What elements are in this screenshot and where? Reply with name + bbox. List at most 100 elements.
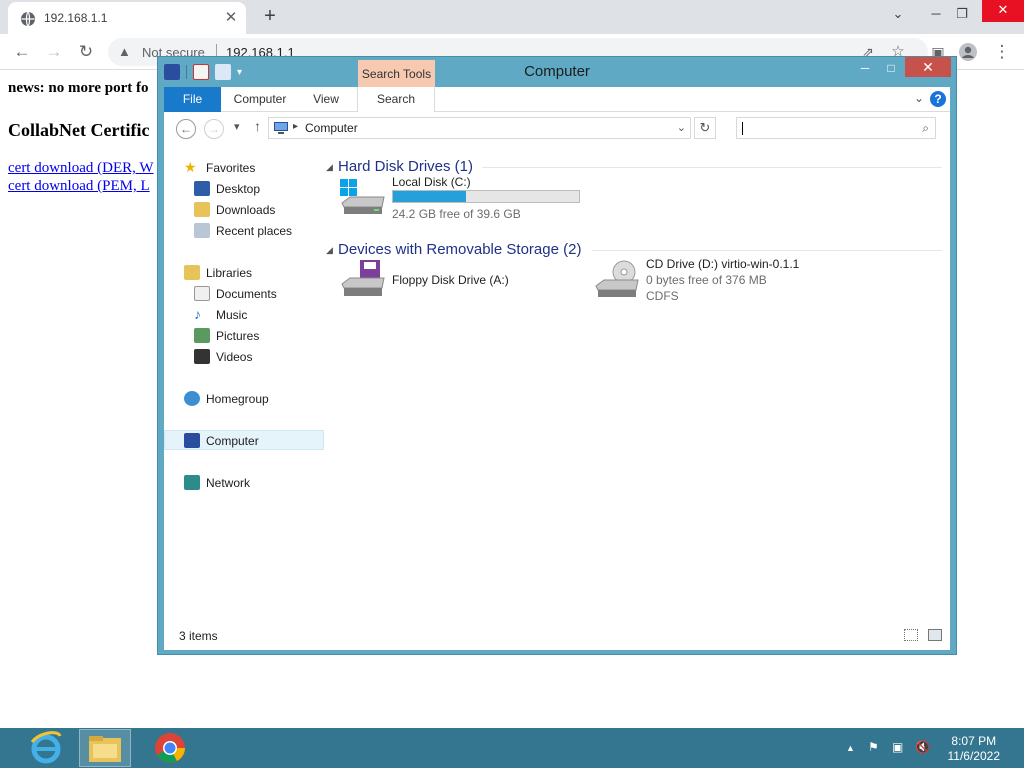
- help-icon[interactable]: ?: [930, 91, 946, 107]
- nav-pictures[interactable]: Pictures: [164, 326, 324, 346]
- capacity-bar-fill: [393, 191, 466, 202]
- group-header-removable-storage[interactable]: Devices with Removable Storage (2): [338, 241, 581, 258]
- explorer-navigation-bar: ← → ▾ ↑ ▸ Computer ⌄ ↻ ⌕: [164, 112, 950, 146]
- desktop-icon: [194, 181, 210, 196]
- file-explorer-taskbar-icon[interactable]: [79, 729, 131, 767]
- news-text: news: no more port fo: [8, 80, 149, 96]
- drive-free-space: 24.2 GB free of 39.6 GB: [392, 207, 521, 221]
- breadcrumb[interactable]: Computer: [305, 121, 358, 135]
- system-clock[interactable]: 8:07 PM 11/6/2022: [948, 734, 1001, 764]
- nav-favorites[interactable]: ★ Favorites: [164, 158, 324, 178]
- refresh-icon[interactable]: ↻: [694, 117, 716, 139]
- tab-view[interactable]: View: [304, 87, 348, 112]
- explorer-window: ▾ Search Tools Computer ─ □ ✕ File Compu…: [157, 56, 957, 655]
- browser-minimize-icon[interactable]: ─: [926, 4, 946, 24]
- collapse-group-chevron-icon[interactable]: ◢: [326, 162, 333, 173]
- cert-download-pem-link[interactable]: cert download (PEM, L: [8, 178, 150, 195]
- documents-icon: [194, 286, 210, 301]
- nav-recent-places[interactable]: Recent places: [164, 221, 324, 241]
- chrome-taskbar-icon[interactable]: [144, 729, 196, 767]
- quick-access-toolbar: ▾: [164, 63, 242, 81]
- back-icon[interactable]: ←: [176, 119, 196, 139]
- drive-name: Floppy Disk Drive (A:): [392, 273, 509, 287]
- nav-desktop[interactable]: Desktop: [164, 179, 324, 199]
- nav-downloads[interactable]: Downloads: [164, 200, 324, 220]
- nav-music[interactable]: ♪ Music: [164, 305, 324, 325]
- collapse-group-chevron-icon[interactable]: ◢: [326, 245, 333, 256]
- address-dropdown-icon[interactable]: ⌄: [677, 121, 686, 134]
- new-tab-button[interactable]: +: [258, 5, 282, 29]
- search-input[interactable]: ⌕: [736, 117, 936, 139]
- status-bar: 3 items: [164, 619, 950, 650]
- forward-icon[interactable]: →: [204, 119, 224, 139]
- text-caret: [742, 122, 743, 135]
- browser-restore-icon[interactable]: ❐: [952, 4, 972, 24]
- nav-network[interactable]: Network: [164, 473, 324, 493]
- search-tools-context-tab: Search Tools: [358, 60, 435, 87]
- tab-search-chevron-icon[interactable]: ⌄: [888, 4, 908, 24]
- pictures-icon: [194, 328, 210, 343]
- item-count: 3 items: [179, 629, 218, 643]
- ribbon-tabs: File Computer View Search ⌄ ?: [164, 87, 950, 112]
- computer-small-icon[interactable]: [164, 64, 180, 80]
- nav-videos[interactable]: Videos: [164, 347, 324, 367]
- browser-tabstrip: 192.168.1.1 ✕ + ⌄ ─ ❐ ✕: [0, 0, 1024, 34]
- globe-icon: [21, 11, 35, 27]
- search-icon[interactable]: ⌕: [922, 121, 929, 136]
- page-heading: CollabNet Certific: [8, 120, 150, 140]
- navigation-pane: ★ Favorites Desktop Downloads Recent pla…: [164, 146, 324, 619]
- downloads-folder-icon: [194, 202, 210, 217]
- clock-date: 11/6/2022: [947, 749, 1001, 763]
- recent-locations-chevron-icon[interactable]: ▾: [234, 120, 240, 133]
- details-view-icon[interactable]: [904, 629, 918, 641]
- close-button[interactable]: ✕: [905, 57, 951, 77]
- explorer-address-bar[interactable]: ▸ Computer ⌄: [268, 117, 691, 139]
- tab-computer[interactable]: Computer: [224, 87, 296, 112]
- show-hidden-icons-chevron-icon[interactable]: ▲: [846, 743, 855, 753]
- drive-name: CD Drive (D:) virtio-win-0.1.1: [646, 257, 800, 271]
- browser-close-button[interactable]: ✕: [982, 0, 1024, 22]
- nav-documents[interactable]: Documents: [164, 284, 324, 304]
- forward-arrow-icon[interactable]: →: [42, 40, 66, 64]
- browser-tab[interactable]: 192.168.1.1 ✕: [8, 2, 246, 34]
- action-center-flag-icon[interactable]: ⚑: [868, 740, 879, 754]
- explorer-titlebar[interactable]: ▾ Search Tools Computer ─ □ ✕: [158, 57, 956, 87]
- clock-time: 8:07 PM: [951, 734, 997, 748]
- network-tray-icon[interactable]: ▣: [892, 740, 903, 754]
- expand-ribbon-chevron-icon[interactable]: ⌄: [914, 91, 924, 105]
- music-note-icon: ♪: [194, 306, 201, 322]
- window-title: Computer: [524, 63, 590, 80]
- properties-icon[interactable]: [193, 64, 209, 80]
- large-icons-view-icon[interactable]: [928, 629, 942, 641]
- customize-qat-chevron-icon[interactable]: ▾: [237, 67, 242, 78]
- tab-file[interactable]: File: [164, 87, 221, 112]
- maximize-icon[interactable]: □: [878, 59, 904, 79]
- capacity-bar: [392, 190, 580, 203]
- back-arrow-icon[interactable]: ←: [10, 40, 34, 64]
- internet-explorer-icon[interactable]: [20, 729, 72, 767]
- cd-drive-icon: [595, 260, 639, 297]
- group-header-hard-disk-drives[interactable]: Hard Disk Drives (1): [338, 158, 473, 175]
- nav-libraries[interactable]: Libraries: [164, 263, 324, 283]
- libraries-icon: [184, 265, 200, 280]
- profile-avatar-icon[interactable]: [956, 40, 980, 64]
- taskbar: ▲ ⚑ ▣ 🔇 8:07 PM 11/6/2022: [0, 728, 1024, 768]
- hard-disk-icon: [340, 179, 385, 214]
- tab-search[interactable]: Search: [357, 87, 435, 112]
- floppy-disk-drive-icon: [341, 260, 385, 296]
- cert-download-der-link[interactable]: cert download (DER, W: [8, 160, 154, 177]
- reload-icon[interactable]: ↻: [74, 40, 98, 64]
- volume-muted-icon[interactable]: 🔇: [915, 740, 930, 754]
- up-arrow-icon[interactable]: ↑: [254, 118, 261, 134]
- warning-icon: ▲: [118, 44, 131, 59]
- nav-computer[interactable]: Computer: [164, 430, 324, 450]
- explorer-content: ★ Favorites Desktop Downloads Recent pla…: [164, 146, 950, 619]
- menu-kebab-icon[interactable]: ⋮: [990, 40, 1014, 64]
- computer-icon: [274, 122, 288, 134]
- tab-close-icon[interactable]: ✕: [222, 9, 240, 27]
- new-folder-icon[interactable]: [215, 64, 231, 80]
- nav-homegroup[interactable]: Homegroup: [164, 389, 324, 409]
- breadcrumb-separator-icon[interactable]: ▸: [293, 121, 298, 132]
- minimize-icon[interactable]: ─: [852, 59, 878, 79]
- drive-free-space: 0 bytes free of 376 MB: [646, 273, 767, 287]
